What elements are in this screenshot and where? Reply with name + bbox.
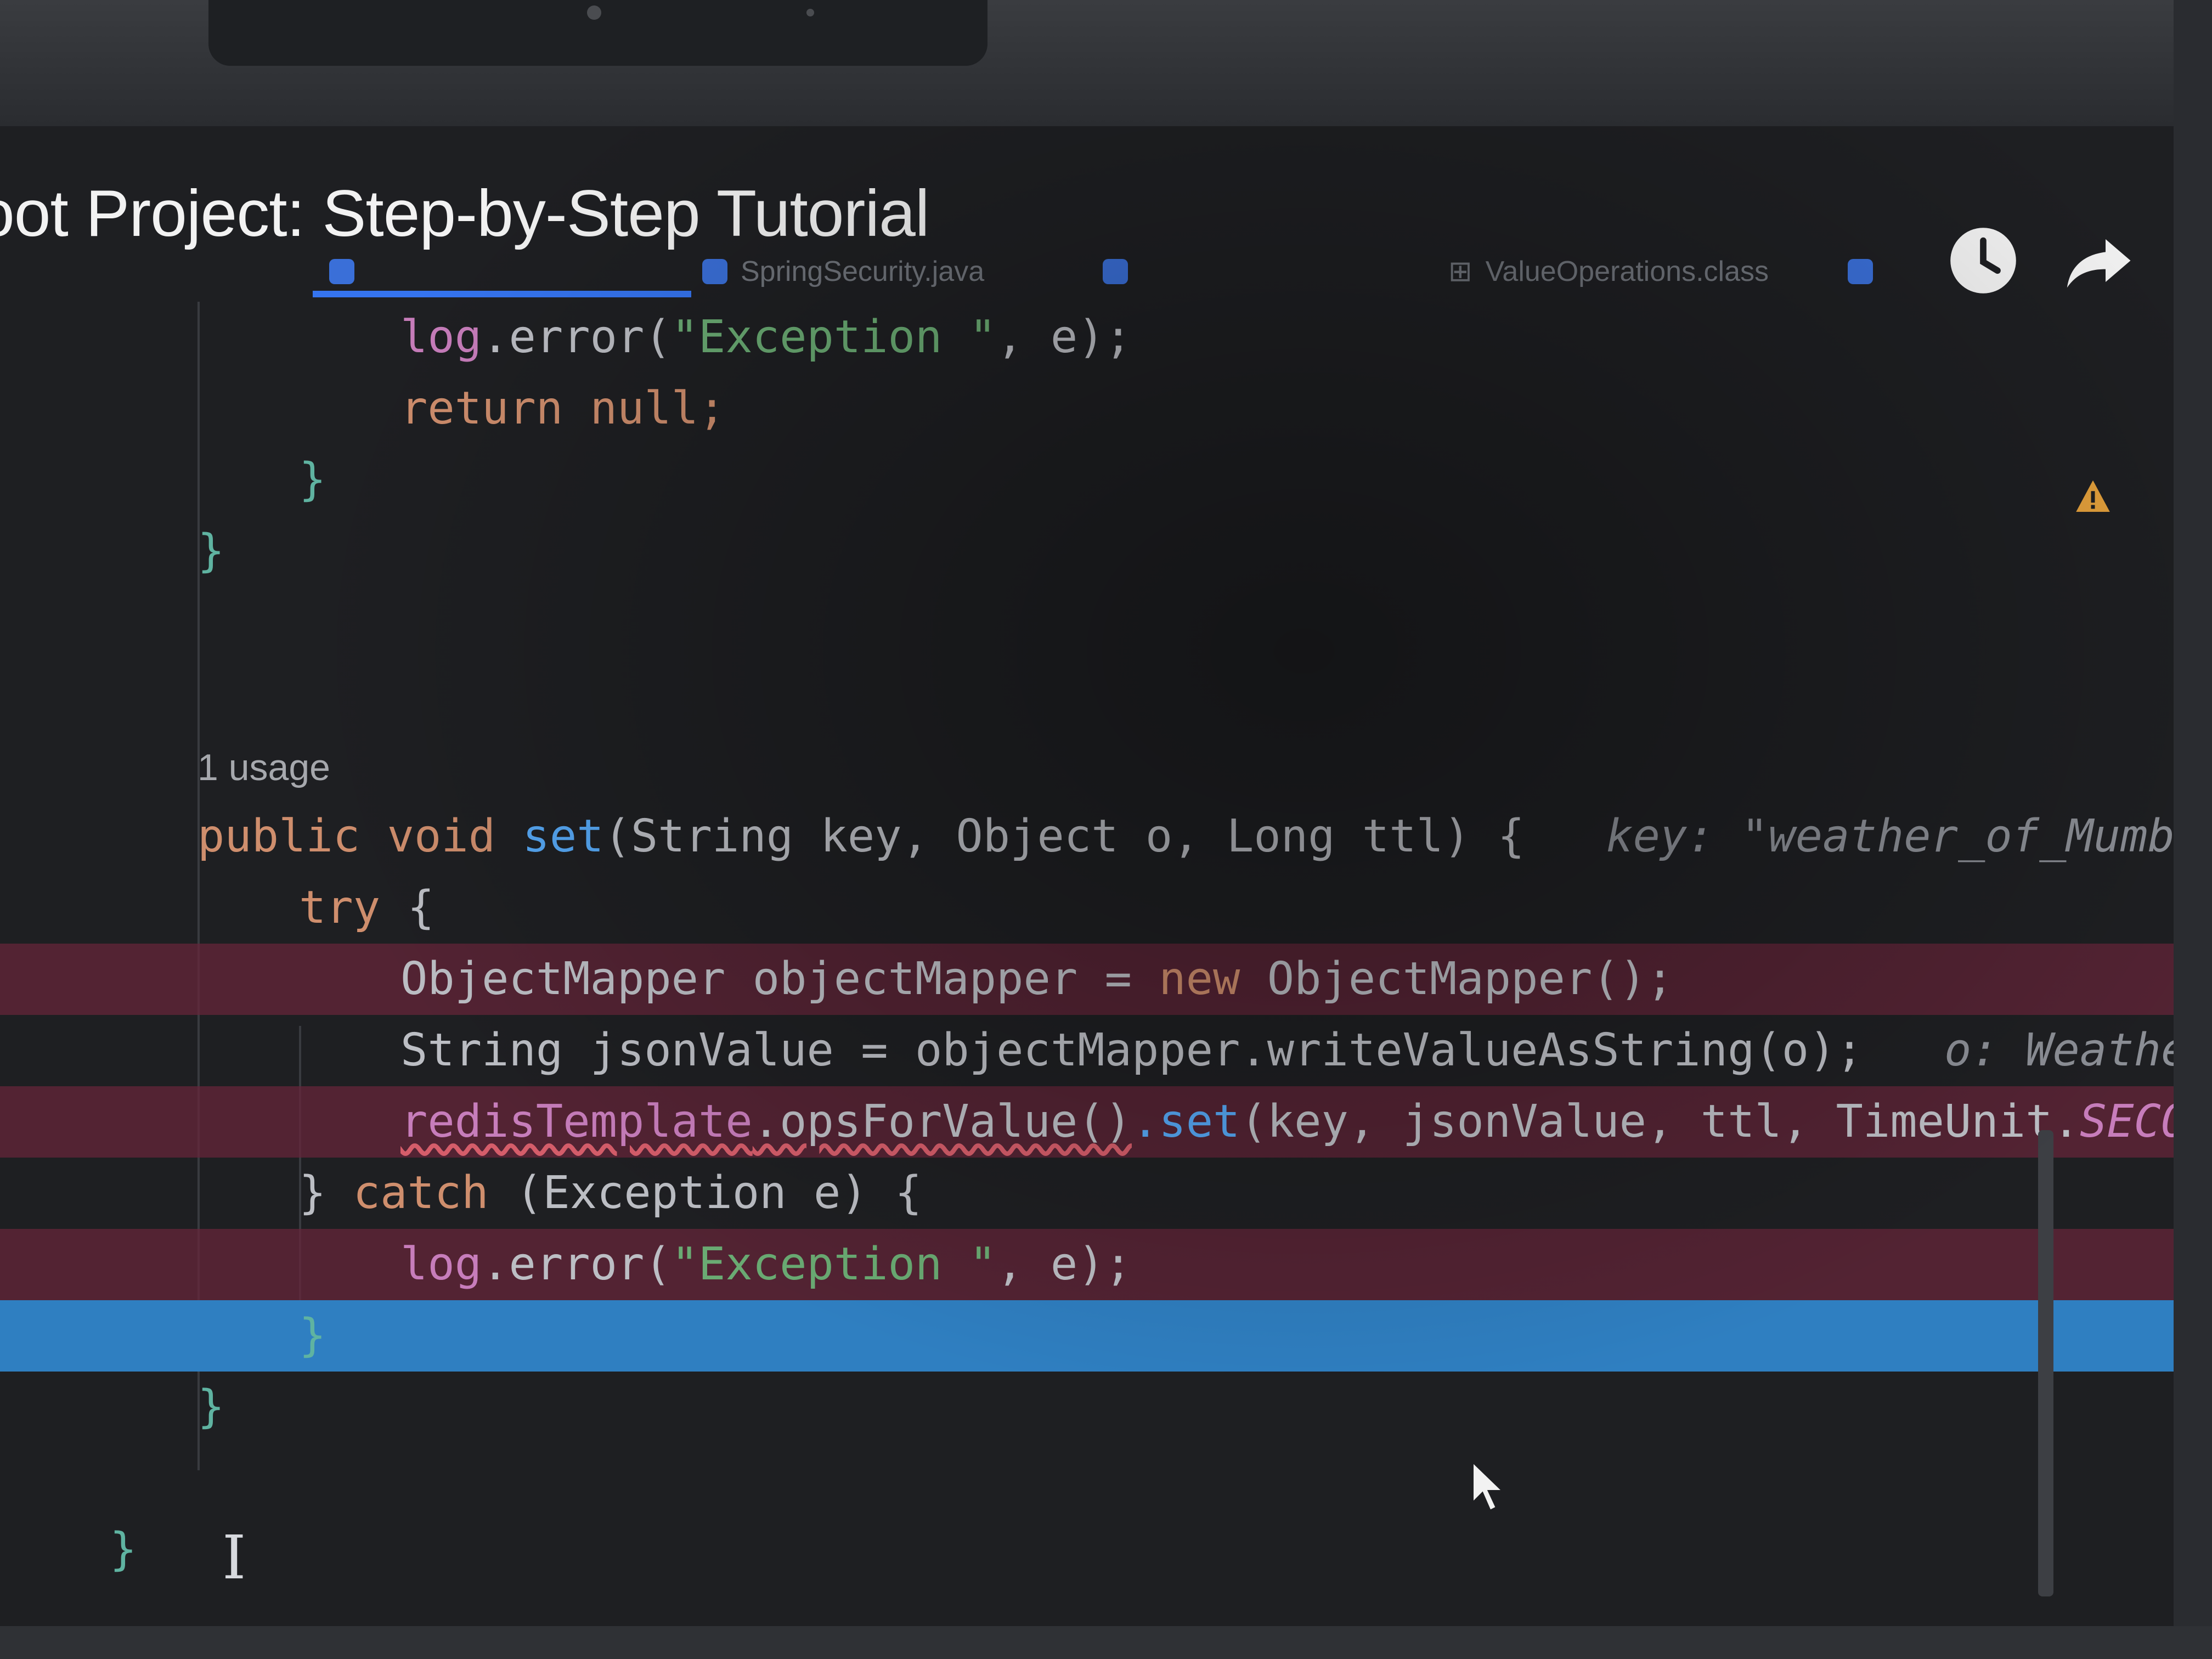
active-tab-indicator [313, 291, 691, 297]
laptop-bezel-top [0, 0, 2212, 126]
webcam-notch [208, 0, 988, 66]
code-line-error: redisTemplate.opsForValue().set(key, jso… [0, 1086, 2174, 1158]
mouse-pointer-icon [1471, 1459, 1506, 1513]
code-line: try { [299, 882, 435, 934]
java-class-icon [702, 259, 727, 284]
class-file-icon: ⊞ [1448, 256, 1472, 287]
inline-value-hint: o: WeatherRe [1944, 1024, 2174, 1076]
webcam-icon [587, 5, 601, 20]
tab-unnamed[interactable] [1103, 252, 1141, 291]
code-line: } [299, 454, 326, 506]
code-line-error: log.error("Exception ", e); [0, 1229, 2174, 1300]
execution-point-line: } [0, 1300, 2174, 1372]
java-class-icon [1848, 259, 1873, 284]
code-line: } [110, 1523, 137, 1576]
code-line: log.error("Exception ", e); [400, 311, 1132, 363]
java-class-icon [329, 259, 354, 284]
inline-value-hint: key: "weather_of_Mumbai" [1606, 810, 2174, 862]
code-line: return null; [400, 382, 726, 435]
usage-hint[interactable]: 1 usage [0, 730, 2174, 801]
code-line-error: ObjectMapper objectMapper = new ObjectMa… [0, 944, 2174, 1015]
sensor-icon [806, 9, 814, 16]
screen: oot Project: Step-by-Step Tutorial Sprin… [0, 126, 2174, 1626]
code-editor[interactable]: log.error("Exception ", e); return null;… [0, 302, 2174, 1580]
java-class-icon [1103, 259, 1128, 284]
code-line: } catch (Exception e) { [299, 1167, 922, 1219]
laptop-bezel-right [2174, 0, 2212, 1659]
code-line: } [198, 1381, 225, 1433]
video-title: oot Project: Step-by-Step Tutorial [0, 177, 930, 250]
editor-tab-bar: SpringSecurity.java ⊞ ValueOperations.cl… [0, 247, 2174, 296]
tab-valueoperations[interactable]: ⊞ ValueOperations.class [1448, 252, 1873, 291]
tab-springsecurity[interactable]: SpringSecurity.java [702, 252, 984, 291]
code-line: } [198, 525, 225, 577]
code-line: String jsonValue = objectMapper.writeVal… [0, 1015, 2174, 1086]
text-cursor-icon: I [222, 1522, 246, 1593]
laptop-bezel-bottom [0, 1626, 2212, 1659]
vertical-scrollbar[interactable] [2038, 1130, 2053, 1596]
tab-current[interactable] [329, 252, 368, 291]
method-signature: public void set(String key, Object o, Lo… [0, 801, 2174, 872]
